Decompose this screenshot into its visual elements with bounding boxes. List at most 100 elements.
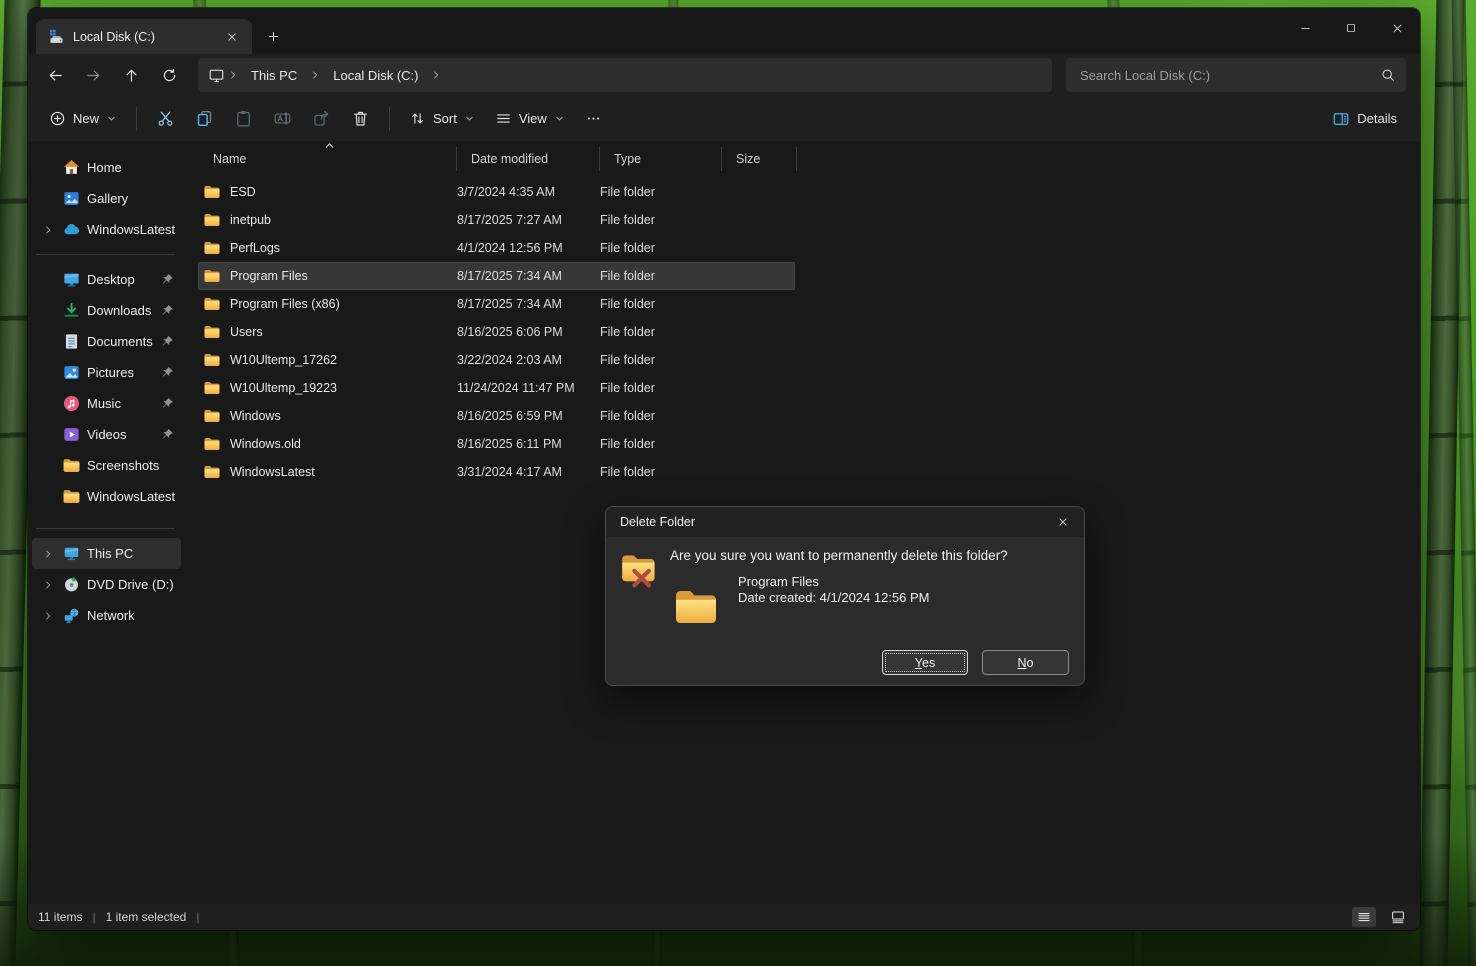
title-bar: Local Disk (C:) <box>28 8 1420 54</box>
file-row-esd[interactable]: ESD 3/7/2024 4:35 AM File folder <box>198 178 795 206</box>
breadcrumb-local-disk[interactable]: Local Disk (C:) <box>323 62 428 88</box>
refresh-button[interactable] <box>152 59 186 91</box>
column-header-date-modified[interactable]: Date modified <box>457 149 600 169</box>
plus-icon <box>266 29 281 44</box>
file-row-windowslatest[interactable]: WindowsLatest 3/31/2024 4:17 AM File fol… <box>198 458 795 486</box>
circle-plus-icon <box>49 110 66 127</box>
folder-icon <box>62 487 81 506</box>
sidebar-item-network[interactable]: Network <box>32 600 181 631</box>
expand-chevron-icon[interactable] <box>40 579 56 591</box>
status-separator: | <box>92 910 95 924</box>
up-button[interactable] <box>114 59 148 91</box>
back-button[interactable] <box>38 59 72 91</box>
dialog-item-name: Program Files <box>738 574 819 589</box>
this-pc-monitor-icon <box>208 67 225 84</box>
sidebar-item-this-pc[interactable]: This PC <box>32 538 181 569</box>
details-view-toggle[interactable] <box>1352 907 1376 927</box>
details-pane-button[interactable]: Details <box>1323 102 1406 136</box>
file-row-w10ultemp-17262[interactable]: W10Ultemp_17262 3/22/2024 2:03 AM File f… <box>198 346 795 374</box>
items-count: 11 items <box>38 910 82 924</box>
folder-icon <box>203 351 221 369</box>
rename-button[interactable] <box>264 102 301 136</box>
sidebar-item-screenshots[interactable]: Screenshots <box>32 450 181 481</box>
sidebar-item-gallery[interactable]: Gallery <box>32 183 181 214</box>
sort-ascending-icon <box>323 139 336 152</box>
folder-icon <box>203 463 221 481</box>
column-header-size[interactable]: Size <box>722 149 797 169</box>
up-arrow-icon <box>123 67 140 84</box>
file-row-users[interactable]: Users 8/16/2025 6:06 PM File folder <box>198 318 795 346</box>
forward-button[interactable] <box>76 59 110 91</box>
folder-icon <box>203 295 221 313</box>
command-toolbar: New Sort View Details <box>28 96 1420 142</box>
pictures-icon <box>62 363 81 382</box>
large-icons-view-toggle[interactable] <box>1386 907 1410 927</box>
sidebar-item-dvd-drive[interactable]: DVD Drive (D:) CCC <box>32 569 181 600</box>
file-row-inetpub[interactable]: inetpub 8/17/2025 7:27 AM File folder <box>198 206 795 234</box>
explorer-tab[interactable]: Local Disk (C:) <box>36 19 252 54</box>
new-button[interactable]: New <box>40 102 126 136</box>
cut-button[interactable] <box>147 102 184 136</box>
folder-icon <box>203 379 221 397</box>
search-input[interactable] <box>1080 68 1380 83</box>
breadcrumb-chevron-icon <box>309 69 321 81</box>
dialog-close-button[interactable] <box>1048 510 1078 534</box>
file-row-windows[interactable]: Windows 8/16/2025 6:59 PM File folder <box>198 402 795 430</box>
more-options-button[interactable] <box>576 102 611 136</box>
sidebar-divider <box>36 254 175 255</box>
minimize-button[interactable] <box>1282 8 1328 48</box>
view-button[interactable]: View <box>486 102 574 136</box>
column-header-type[interactable]: Type <box>600 149 722 169</box>
pin-icon <box>160 365 175 380</box>
sidebar-item-windowslatest[interactable]: WindowsLatest <box>32 481 181 512</box>
sidebar-item-downloads[interactable]: Downloads <box>32 295 181 326</box>
close-icon <box>1056 515 1070 529</box>
sidebar-item-onedrive[interactable]: WindowsLatest - Pe <box>32 214 181 245</box>
sidebar-item-documents[interactable]: Documents <box>32 326 181 357</box>
navigation-bar: This PC Local Disk (C:) <box>28 54 1420 96</box>
expand-chevron-icon[interactable] <box>40 610 56 622</box>
file-row-w10ultemp-19223[interactable]: W10Ultemp_19223 11/24/2024 11:47 PM File… <box>198 374 795 402</box>
expand-chevron-icon[interactable] <box>40 548 56 560</box>
expand-chevron-icon[interactable] <box>40 224 56 236</box>
sidebar-item-desktop[interactable]: Desktop <box>32 264 181 295</box>
paste-button[interactable] <box>225 102 262 136</box>
tab-close-button[interactable] <box>220 25 244 49</box>
address-bar[interactable]: This PC Local Disk (C:) <box>198 58 1052 92</box>
folder-icon <box>62 456 81 475</box>
folder-icon <box>203 183 221 201</box>
share-button[interactable] <box>303 102 340 136</box>
copy-button[interactable] <box>186 102 223 136</box>
close-window-button[interactable] <box>1374 8 1420 48</box>
no-button[interactable]: No <box>982 650 1069 675</box>
home-icon <box>62 158 81 177</box>
breadcrumb-this-pc[interactable]: This PC <box>241 62 307 88</box>
thumbnail-view-icon <box>1390 909 1406 925</box>
file-row-program-files[interactable]: Program Files 8/17/2025 7:34 AM File fol… <box>198 262 795 290</box>
tab-title: Local Disk (C:) <box>73 30 212 44</box>
delete-folder-warning-icon <box>619 549 661 591</box>
sidebar-divider <box>36 528 175 529</box>
sidebar-item-pictures[interactable]: Pictures <box>32 357 181 388</box>
new-tab-button[interactable] <box>258 21 288 51</box>
sort-button[interactable]: Sort <box>400 102 484 136</box>
sidebar-item-music[interactable]: Music <box>32 388 181 419</box>
folder-icon <box>203 239 221 257</box>
sidebar-item-videos[interactable]: Videos <box>32 419 181 450</box>
file-row-windows-old[interactable]: Windows.old 8/16/2025 6:11 PM File folde… <box>198 430 795 458</box>
delete-button[interactable] <box>342 102 379 136</box>
search-box[interactable] <box>1066 58 1406 92</box>
dialog-title-bar[interactable]: Delete Folder <box>606 507 1084 537</box>
sidebar-item-home[interactable]: Home <box>32 152 181 183</box>
yes-button[interactable]: Yes <box>882 650 968 675</box>
status-bar: 11 items | 1 item selected | <box>28 904 1420 930</box>
file-row-program-files-x86[interactable]: Program Files (x86) 8/17/2025 7:34 AM Fi… <box>198 290 795 318</box>
pin-icon <box>160 396 175 411</box>
maximize-button[interactable] <box>1328 8 1374 48</box>
breadcrumb-chevron-icon <box>430 69 442 81</box>
file-row-perflogs[interactable]: PerfLogs 4/1/2024 12:56 PM File folder <box>198 234 795 262</box>
dialog-title: Delete Folder <box>620 515 1048 529</box>
column-header-name[interactable]: Name <box>185 149 457 169</box>
videos-icon <box>62 425 81 444</box>
music-icon <box>62 394 81 413</box>
